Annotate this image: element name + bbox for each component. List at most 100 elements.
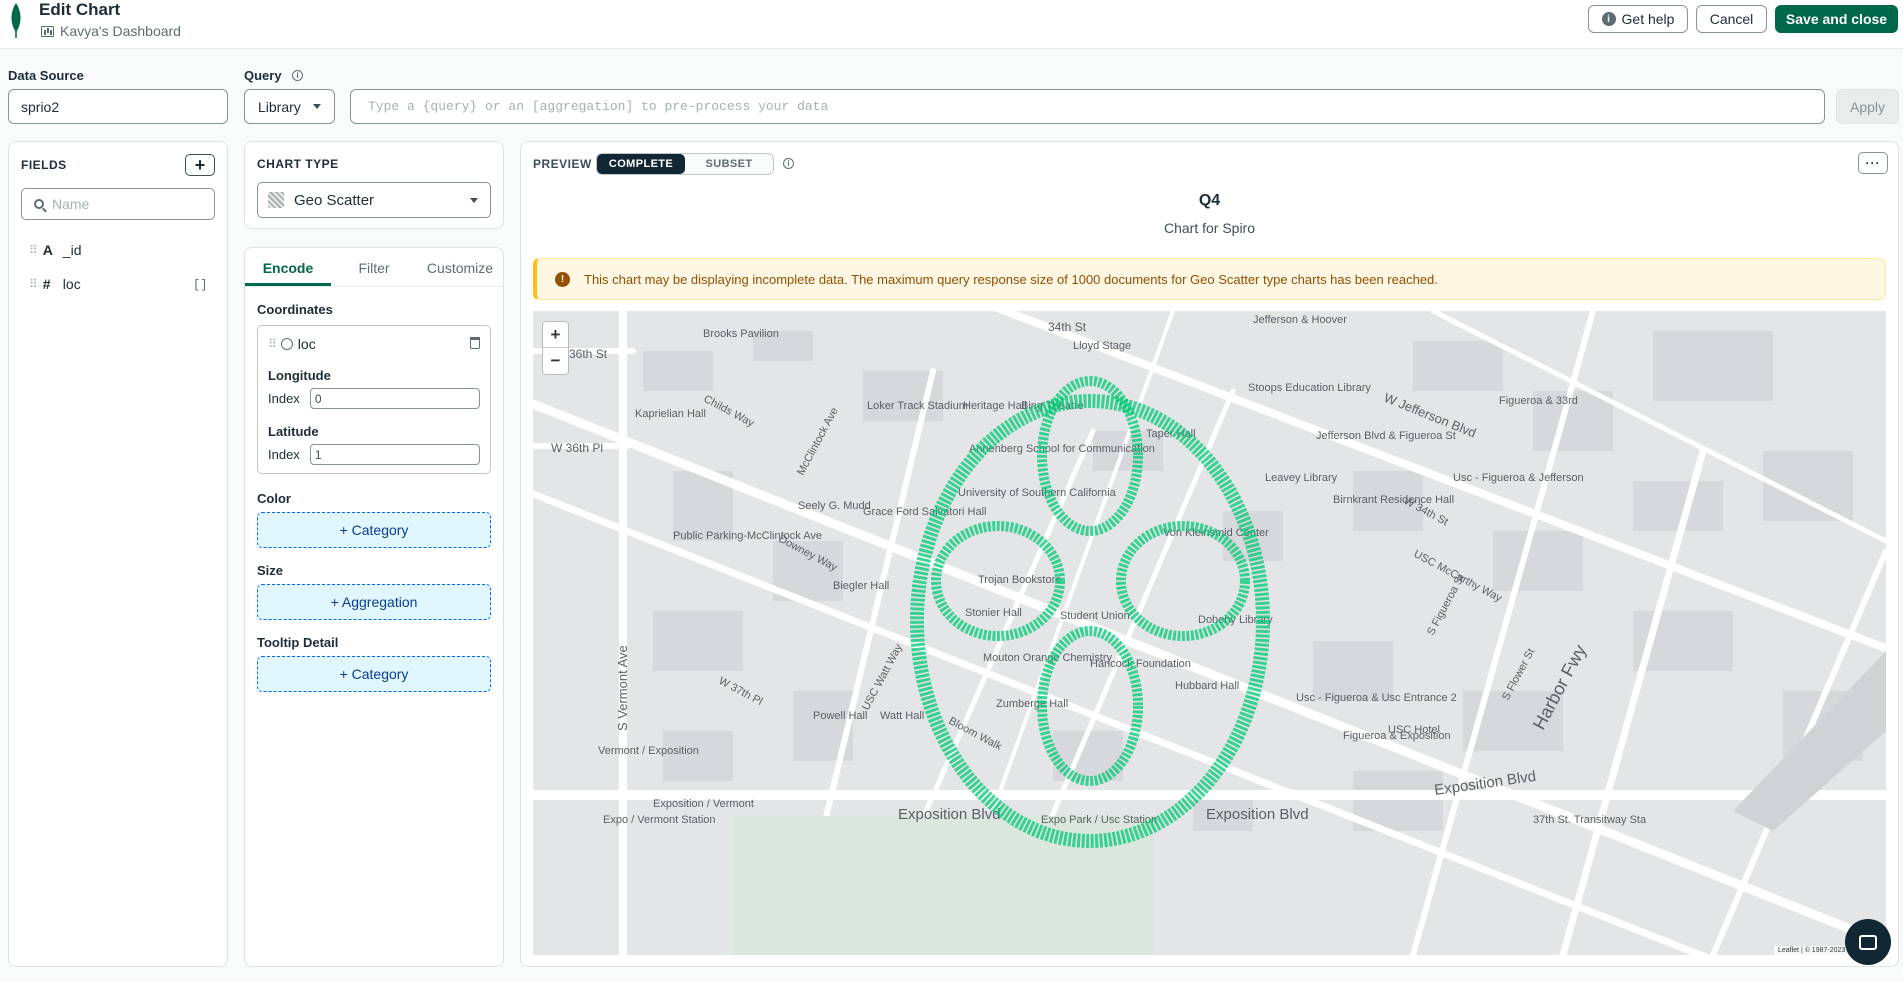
size-drop-zone[interactable]: + Aggregation [257,584,491,620]
svg-text:Brooks Pavilion: Brooks Pavilion [703,328,779,340]
field-name: loc [62,276,81,292]
query-label: Query [244,68,282,83]
longitude-index-row: Index 0 [268,388,480,409]
encode-tabs: Encode Filter Customize [245,248,503,287]
dashboard-breadcrumb[interactable]: Kavya's Dashboard [41,23,181,39]
preview-info-icon[interactable]: i [783,158,794,169]
svg-text:Jefferson Blvd & Figueroa St: Jefferson Blvd & Figueroa St [1316,430,1456,442]
apply-button[interactable]: Apply [1836,89,1899,124]
data-source-input[interactable]: sprio2 [8,89,228,124]
field-search-input[interactable]: Name [21,188,215,220]
query-mode-select[interactable]: Library [244,89,335,124]
save-and-close-button[interactable]: Save and close [1775,5,1898,33]
chart-type-select[interactable]: Geo Scatter [257,182,491,218]
chat-support-button[interactable] [1845,919,1891,965]
svg-text:Trojan Bookstore: Trojan Bookstore [978,574,1061,586]
chart-subtitle: Chart for Spiro [1163,220,1256,236]
latitude-label: Latitude [268,424,319,439]
add-field-button[interactable]: + [185,154,215,176]
trash-icon[interactable] [470,337,480,349]
drag-handle-icon[interactable]: ⠿ [29,277,38,291]
svg-text:Exposition / Vermont: Exposition / Vermont [653,798,754,810]
query-info-icon[interactable]: i [292,70,303,81]
complete-toggle[interactable]: COMPLETE [597,154,685,174]
svg-text:Stonier Hall: Stonier Hall [965,607,1022,619]
svg-text:Hancock Foundation: Hancock Foundation [1090,658,1191,670]
chart-type-title: CHART TYPE [257,157,339,171]
drag-handle-icon[interactable]: ⠿ [29,243,38,257]
tooltip-detail-label: Tooltip Detail [257,635,339,650]
query-input[interactable]: Type a {query} or an [aggregation] to pr… [350,89,1825,124]
svg-text:Hubbard Hall: Hubbard Hall [1175,680,1239,692]
svg-text:Leavey Library: Leavey Library [1265,472,1338,484]
chart-type-value: Geo Scatter [294,191,375,209]
geo-scatter-map[interactable]: Brooks Pavilion 36th St 34th St Lloyd St… [533,311,1886,955]
longitude-label: Longitude [268,368,331,383]
info-icon: i [1601,12,1616,26]
svg-text:Powell Hall: Powell Hall [813,710,867,722]
map-tiles: Brooks Pavilion 36th St 34th St Lloyd St… [533,311,1886,955]
coord-field-chip[interactable]: ⠿ loc [268,336,316,352]
svg-text:Student Union: Student Union [1060,610,1130,622]
coordinates-encoding[interactable]: ⠿ loc Longitude Index 0 Latitude Index 1 [257,325,491,474]
fields-title: FIELDS [21,158,67,172]
latitude-index-input[interactable]: 1 [309,444,480,465]
geo-scatter-icon [268,192,284,208]
svg-text:Grace Ford Salvatori Hall: Grace Ford Salvatori Hall [863,506,987,518]
zoom-in-button[interactable]: + [543,322,568,348]
search-icon [34,199,44,209]
map-zoom-controls: + − [542,321,569,375]
svg-text:36th St: 36th St [569,347,608,361]
svg-text:Biegler Hall: Biegler Hall [833,580,889,592]
warning-icon: ! [555,271,570,287]
size-label: Size [257,563,284,578]
tab-customize[interactable]: Customize [417,248,503,286]
geo-icon [280,338,293,350]
subset-toggle[interactable]: SUBSET [685,154,773,174]
top-header: Edit Chart Kavya's Dashboard i Get help … [0,0,1903,49]
preview-label: PREVIEW [533,157,592,171]
number-type-icon: # [42,276,51,292]
longitude-index-input[interactable]: 0 [309,388,480,409]
dashboard-icon [41,25,54,37]
latitude-index-row: Index 1 [268,444,480,465]
svg-text:S Vermont Ave: S Vermont Ave [615,645,630,731]
mongodb-leaf-icon [11,3,21,38]
svg-text:Watt Hall: Watt Hall [880,710,924,722]
svg-text:Stoops Education Library: Stoops Education Library [1248,382,1371,394]
svg-text:USC Hotel: USC Hotel [1388,724,1440,736]
color-label: Color [257,491,291,506]
svg-text:34th St: 34th St [1048,320,1087,334]
fields-panel: FIELDS + Name ⠿ A _id ⠿ # loc [] [8,141,228,967]
chat-icon [1859,934,1877,950]
warning-text: This chart may be displaying incomplete … [584,271,1438,287]
zoom-out-button[interactable]: − [543,348,568,374]
dashboard-name: Kavya's Dashboard [60,23,181,39]
field-item[interactable]: ⠿ # loc [29,276,219,292]
svg-text:Loker Track Stadium: Loker Track Stadium [867,400,968,412]
get-help-button[interactable]: i Get help [1588,5,1688,33]
tab-filter[interactable]: Filter [331,248,417,286]
field-item[interactable]: ⠿ A _id [29,242,81,258]
index-label: Index [268,391,300,406]
svg-text:Kaprielian Hall: Kaprielian Hall [635,408,706,420]
svg-text:37th St. Transitway Sta: 37th St. Transitway Sta [1533,814,1647,826]
svg-text:Annenberg School for Communica: Annenberg School for Communication [969,443,1155,455]
svg-text:Lloyd Stage: Lloyd Stage [1073,340,1131,352]
tab-encode[interactable]: Encode [245,248,331,286]
svg-text:Birnkrant Residence Hall: Birnkrant Residence Hall [1333,494,1454,506]
index-label: Index [268,447,300,462]
drag-handle-icon[interactable]: ⠿ [268,337,277,351]
svg-text:Usc - Figueroa & Jefferson: Usc - Figueroa & Jefferson [1453,472,1584,484]
color-drop-zone[interactable]: + Category [257,512,491,548]
encode-panel: Encode Filter Customize Coordinates ⠿ lo… [244,247,504,967]
more-options-button[interactable]: ··· [1858,152,1888,174]
cancel-button[interactable]: Cancel [1696,5,1767,33]
chart-title: Q4 [1198,192,1221,209]
data-source-label: Data Source [8,68,84,83]
svg-text:Exposition Blvd: Exposition Blvd [1206,806,1309,823]
svg-text:Figueroa & 33rd: Figueroa & 33rd [1499,395,1578,407]
chevron-down-icon [312,104,321,109]
tooltip-drop-zone[interactable]: + Category [257,656,491,692]
preview-panel: PREVIEW COMPLETE SUBSET i ··· Q4 Chart f… [520,141,1899,967]
